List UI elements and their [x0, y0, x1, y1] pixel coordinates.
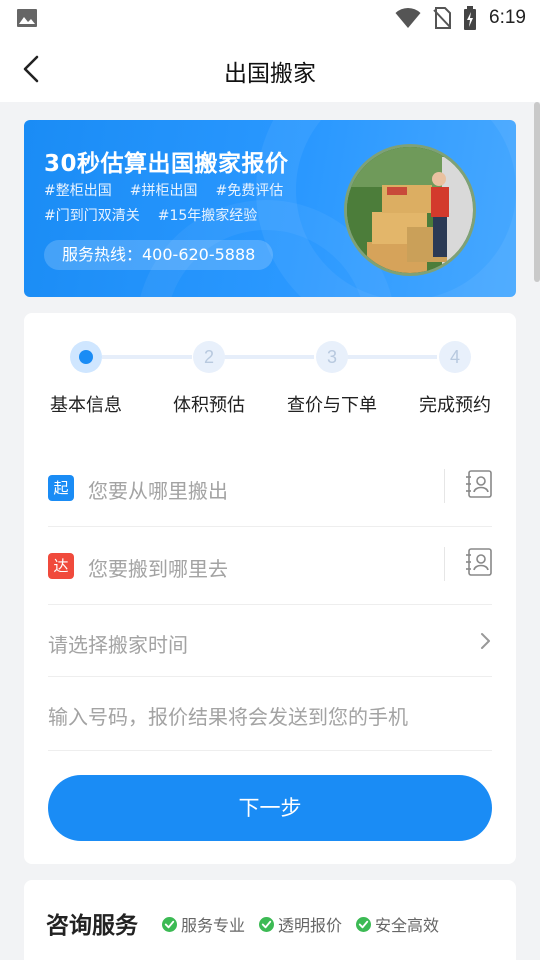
check-circle-icon: [162, 916, 177, 932]
battery-charging-icon: [464, 6, 477, 30]
step-connector: [224, 355, 314, 359]
banner-tags-row-1: #整柜出国 #拼柜出国 #免费评估: [44, 180, 283, 200]
quote-form-card: 2 3 4 基本信息 体积预估 查价与下单 完成预约 起 您要从哪里搬出 达 您…: [24, 313, 516, 864]
field-divider: [444, 547, 445, 581]
movers-photo: [344, 144, 476, 276]
status-bar: 6:19: [0, 0, 540, 36]
banner-tag: #整柜出国: [44, 183, 112, 199]
step-2-indicator: 2: [193, 341, 225, 373]
hotline-pill[interactable]: 服务热线：400-620-5888: [44, 240, 274, 270]
feature-label: 安全高效: [375, 916, 440, 935]
phone-field[interactable]: 输入号码，报价结果将会发送到您的手机: [48, 677, 492, 751]
step-1-label: 基本信息: [50, 395, 122, 416]
banner-tag: #拼柜出国: [129, 183, 198, 199]
origin-input[interactable]: 您要从哪里搬出: [88, 475, 228, 504]
check-circle-icon: [259, 916, 275, 932]
feature-label: 服务专业: [181, 916, 246, 935]
progress-steps: 2 3 4 基本信息 体积预估 查价与下单 完成预约: [24, 313, 516, 433]
consult-service-card: 咨询服务 服务专业 透明报价 安全高效: [24, 880, 516, 960]
gallery-icon: [17, 9, 37, 27]
step-connector: [347, 355, 437, 359]
step-connector: [102, 355, 192, 359]
feature-item: 透明报价: [259, 912, 342, 936]
step-2-label: 体积预估: [173, 395, 245, 416]
banner-headline: 30秒估算出国搬家报价: [44, 151, 289, 177]
banner-tags-row-2: #门到门双清关 #15年搬家经验: [44, 205, 257, 225]
banner-tag: #15年搬家经验: [157, 208, 258, 224]
step-3-indicator: 3: [316, 341, 348, 373]
feature-item: 服务专业: [162, 912, 245, 936]
wifi-icon: [395, 7, 421, 28]
banner-tag: #免费评估: [215, 183, 284, 199]
banner-tag: #门到门双清关: [44, 208, 140, 224]
chevron-right-icon: [481, 633, 490, 649]
moving-time-select[interactable]: 请选择搬家时间: [48, 629, 188, 658]
field-divider: [444, 469, 445, 503]
phone-input[interactable]: 输入号码，报价结果将会发送到您的手机: [48, 701, 408, 730]
step-4-label: 完成预约: [419, 395, 491, 416]
origin-badge: 起: [48, 475, 74, 501]
next-step-button[interactable]: 下一步: [48, 775, 492, 841]
step-3-label: 查价与下单: [287, 395, 377, 416]
step-1-indicator: [70, 341, 102, 373]
feature-label: 透明报价: [278, 916, 343, 935]
promo-banner[interactable]: 30秒估算出国搬家报价 #整柜出国 #拼柜出国 #免费评估 #门到门双清关 #1…: [24, 120, 516, 297]
status-time: 6:19: [489, 7, 526, 28]
feature-item: 安全高效: [356, 912, 439, 936]
contact-book-icon[interactable]: [464, 469, 494, 499]
moving-time-field[interactable]: 请选择搬家时间: [48, 605, 492, 677]
no-sim-icon: [433, 7, 452, 29]
consult-title: 咨询服务: [46, 913, 138, 939]
destination-input[interactable]: 您要搬到哪里去: [88, 553, 228, 582]
step-4-indicator: 4: [439, 341, 471, 373]
contact-book-icon[interactable]: [464, 547, 494, 577]
consult-features: 服务专业 透明报价 安全高效: [162, 912, 439, 936]
scrollbar[interactable]: [534, 102, 540, 282]
destination-badge: 达: [48, 553, 74, 579]
check-circle-icon: [356, 916, 372, 932]
nav-bar: 出国搬家: [0, 36, 540, 102]
origin-field[interactable]: 起 您要从哪里搬出: [48, 449, 492, 527]
page-title: 出国搬家: [224, 61, 316, 87]
destination-field[interactable]: 达 您要搬到哪里去: [48, 527, 492, 605]
